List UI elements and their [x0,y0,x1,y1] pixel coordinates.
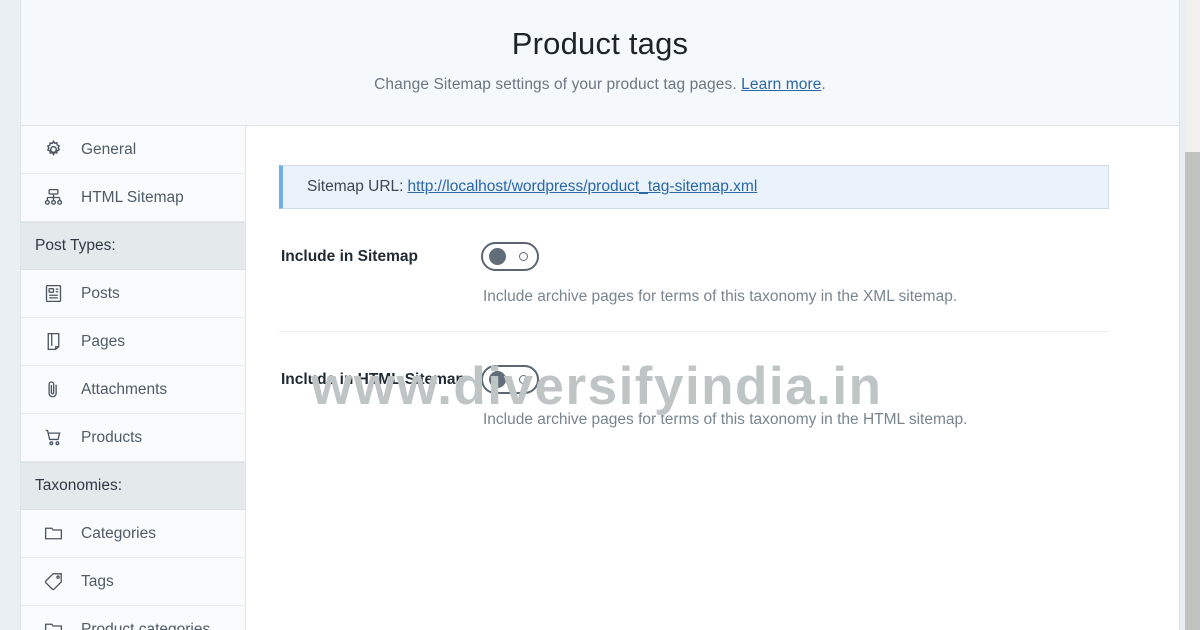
sidebar-section-label: Taxonomies: [35,477,123,494]
setting-label: Include in Sitemap [281,247,418,265]
paperclip-icon [43,379,69,400]
page-subtitle-period: . [821,75,826,93]
sidebar-item-label: Posts [81,284,120,302]
sidebar-item-products[interactable]: Products [21,414,245,462]
setting-description: Include archive pages for terms of this … [483,411,968,428]
tag-icon [43,571,69,592]
sidebar-section-taxonomies: Taxonomies: [21,462,245,510]
setting-label: Include in HTML Sitemap [281,370,466,388]
setting-head: Include in Sitemap [279,242,1109,271]
setting-head: Include in HTML Sitemap [279,365,1109,394]
main-content: Sitemap URL: http://localhost/wordpress/… [246,126,1179,630]
sitemap-icon [43,187,69,208]
toggle-knob [489,248,506,265]
body-split: General HTML Sitemap Post Types: Posts P… [21,126,1179,630]
toggle-off-indicator-icon [519,375,528,384]
sidebar-item-posts[interactable]: Posts [21,270,245,318]
sitemap-url-label: Sitemap URL: [307,178,404,195]
sidebar-item-label: Pages [81,332,125,350]
include-in-html-sitemap-toggle[interactable] [481,365,539,394]
post-icon [43,283,69,304]
sidebar-item-label: Tags [81,572,114,590]
vertical-scrollbar-thumb[interactable] [1185,152,1200,630]
page-icon [43,331,69,352]
sidebar-item-pages[interactable]: Pages [21,318,245,366]
app-window: Product tags Change Sitemap settings of … [20,0,1180,630]
folder-icon [43,619,69,630]
sidebar-item-general[interactable]: General [21,126,245,174]
cart-icon [43,427,69,448]
sidebar-item-categories[interactable]: Categories [21,510,245,558]
sitemap-url-banner: Sitemap URL: http://localhost/wordpress/… [279,165,1109,209]
sidebar-item-attachments[interactable]: Attachments [21,366,245,414]
sidebar-section-label: Post Types: [35,237,116,254]
page-subtitle-text: Change Sitemap settings of your product … [374,75,737,93]
setting-description: Include archive pages for terms of this … [483,288,958,305]
sidebar-item-html-sitemap[interactable]: HTML Sitemap [21,174,245,222]
sidebar-item-label: General [81,140,137,158]
vertical-scrollbar-track[interactable] [1185,0,1200,630]
sidebar: General HTML Sitemap Post Types: Posts P… [21,126,246,630]
page-title: Product tags [511,25,689,61]
toggle-knob [489,371,506,388]
sidebar-item-tags[interactable]: Tags [21,558,245,606]
page-subtitle: Change Sitemap settings of your product … [374,76,826,94]
sidebar-item-label: Product categories [81,620,211,630]
sidebar-item-label: Attachments [81,380,168,398]
gear-icon [43,139,69,160]
learn-more-link[interactable]: Learn more [741,76,821,93]
sidebar-section-post-types: Post Types: [21,222,245,270]
setting-row-include-in-html-sitemap: Include in HTML Sitemap Include archive … [279,331,1109,429]
include-in-sitemap-toggle[interactable] [481,242,539,271]
page-header: Product tags Change Sitemap settings of … [21,0,1179,126]
folder-icon [43,523,69,544]
sidebar-item-label: HTML Sitemap [81,188,184,206]
sidebar-item-label: Products [81,428,143,446]
setting-row-include-in-sitemap: Include in Sitemap Include archive pages… [279,209,1109,306]
sidebar-item-product-categories[interactable]: Product categories [21,606,245,630]
sidebar-item-label: Categories [81,524,156,542]
toggle-off-indicator-icon [519,252,528,261]
sitemap-url-link[interactable]: http://localhost/wordpress/product_tag-s… [407,178,757,196]
